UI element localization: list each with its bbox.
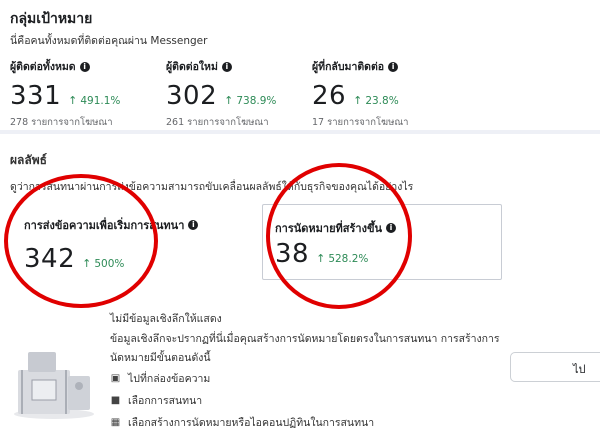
chat-icon: ■ bbox=[110, 395, 121, 406]
action-select-conversation: ■ เลือกการสนทนา bbox=[110, 392, 202, 409]
card-appointments-created[interactable]: การนัดหมายที่สร้างขึ้น i 38 ↑ 528.2% bbox=[262, 204, 502, 280]
action-go-to-inbox: ▣ ไปที่กล่องข้อความ bbox=[110, 370, 211, 387]
info-icon[interactable]: i bbox=[79, 61, 90, 72]
appointment-illustration-icon bbox=[14, 352, 94, 419]
action-label: ไปที่กล่องข้อความ bbox=[128, 373, 211, 385]
go-button[interactable]: ไป bbox=[510, 352, 600, 382]
arrow-up-icon: ↑ bbox=[316, 252, 326, 265]
card-label: การนัดหมายที่สร้างขึ้น bbox=[275, 222, 382, 235]
stat-source: 261 รายการจากโฆษณา bbox=[166, 117, 269, 128]
info-icon[interactable]: i bbox=[388, 61, 399, 72]
stat-value: 331 bbox=[10, 81, 62, 111]
insights-info: ข้อมูลเชิงลึกจะปรากฏที่นี่เมื่อคุณสร้างก… bbox=[110, 333, 500, 364]
results-description: ดูว่าการสนทนาผ่านการส่งข้อความสามารถขับเ… bbox=[10, 181, 414, 193]
results-title: ผลลัพธ์ bbox=[10, 153, 47, 167]
info-icon[interactable]: i bbox=[221, 61, 232, 72]
info-icon[interactable]: i bbox=[386, 223, 396, 233]
card-label: การส่งข้อความเพื่อเริ่มการสนทนา bbox=[24, 219, 185, 232]
card-delta: 528.2% bbox=[328, 252, 369, 265]
arrow-up-icon: ↑ bbox=[353, 94, 363, 107]
stat-delta: 738.9% bbox=[236, 94, 277, 107]
stat-new-contacts: ผู้ติดต่อใหม่ i 302 ↑ 738.9% 261 รายการจ… bbox=[166, 58, 276, 130]
stat-label: ผู้ที่กลับมาติดต่อ bbox=[312, 61, 385, 73]
card-value: 38 bbox=[275, 239, 310, 269]
action-create-appointment: ▦ เลือกสร้างการนัดหมายหรือไอคอนปฏิทินในก… bbox=[110, 414, 374, 431]
stat-delta: 491.1% bbox=[80, 94, 121, 107]
arrow-up-icon: ↑ bbox=[68, 94, 78, 107]
stat-source: 278 รายการจากโฆษณา bbox=[10, 117, 113, 128]
stat-label: ผู้ติดต่อใหม่ bbox=[166, 61, 218, 73]
action-label: เลือกสร้างการนัดหมายหรือไอคอนปฏิทินในการ… bbox=[128, 417, 375, 429]
arrow-up-icon: ↑ bbox=[82, 257, 92, 270]
inbox-icon: ▣ bbox=[110, 373, 121, 384]
no-insights-text: ไม่มีข้อมูลเชิงลึกให้แสดง bbox=[110, 313, 222, 325]
stat-source: 17 รายการจากโฆษณา bbox=[312, 117, 409, 128]
stat-label: ผู้ติดต่อทั้งหมด bbox=[10, 61, 76, 73]
calendar-icon: ▦ bbox=[110, 417, 121, 428]
arrow-up-icon: ↑ bbox=[224, 94, 234, 107]
stat-value: 302 bbox=[166, 81, 218, 111]
section-divider bbox=[0, 130, 600, 134]
stat-delta: 23.8% bbox=[365, 94, 399, 107]
card-conversations-started: การส่งข้อความเพื่อเริ่มการสนทนา i 342 ↑ … bbox=[24, 216, 224, 274]
action-label: เลือกการสนทนา bbox=[128, 395, 203, 407]
audience-title: กลุ่มเป้าหมาย bbox=[10, 11, 93, 27]
stat-returning-contacts: ผู้ที่กลับมาติดต่อ i 26 ↑ 23.8% 17 รายกา… bbox=[312, 58, 409, 130]
stat-total-contacts: ผู้ติดต่อทั้งหมด i 331 ↑ 491.1% 278 รายก… bbox=[10, 58, 120, 130]
stat-value: 26 bbox=[312, 81, 347, 111]
card-delta: 500% bbox=[94, 257, 125, 270]
card-value: 342 bbox=[24, 244, 76, 274]
info-icon[interactable]: i bbox=[188, 220, 199, 230]
audience-subtitle: นี่คือคนทั้งหมดที่ติดต่อคุณผ่าน Messenge… bbox=[10, 35, 208, 47]
